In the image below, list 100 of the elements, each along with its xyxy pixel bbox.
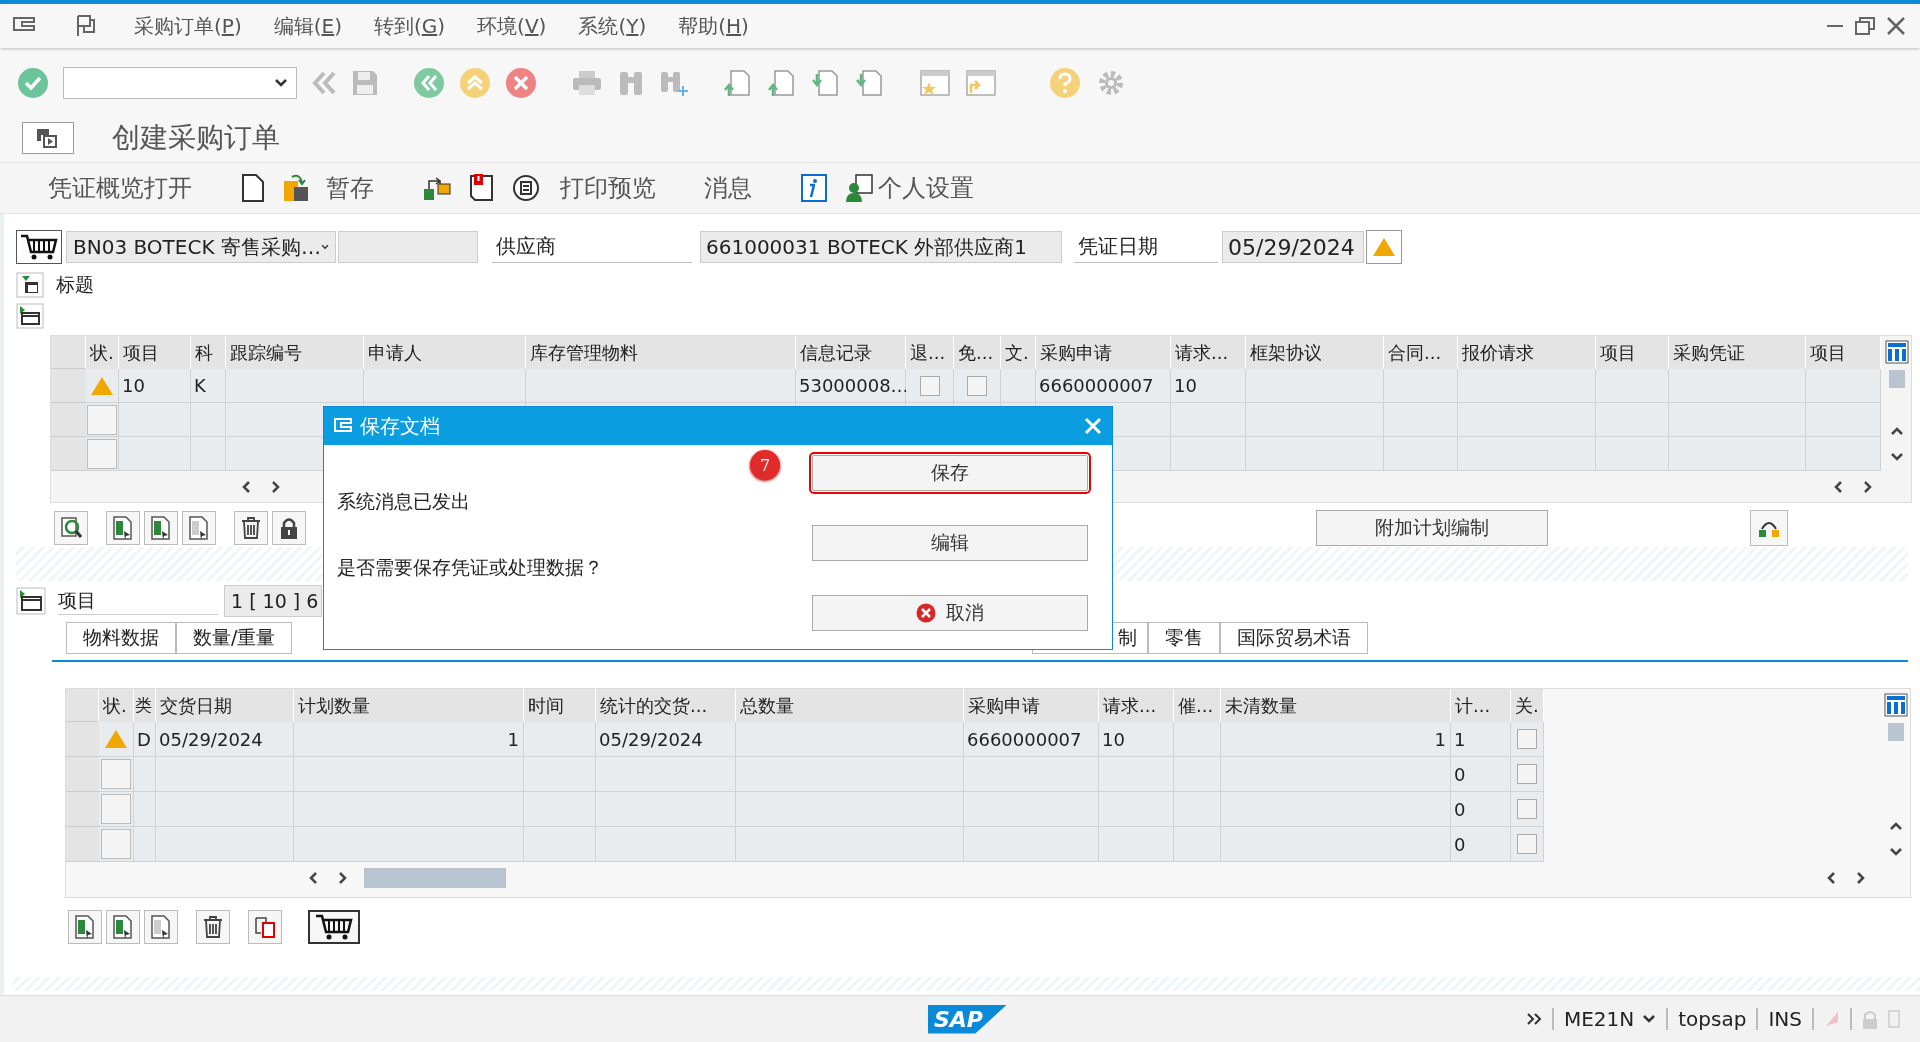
additional-planning-button[interactable]: 附加计划编制 (1316, 510, 1548, 546)
tab[interactable]: 零售 (1148, 622, 1221, 654)
print-preview-icon[interactable] (512, 174, 540, 202)
date-field[interactable]: 05/29/2024 (1222, 231, 1364, 263)
collapse-icon[interactable] (16, 272, 44, 298)
menu-item[interactable]: 编辑(E) (273, 12, 342, 40)
column-header[interactable]: 项目 (1596, 336, 1669, 369)
column-header[interactable]: 计... (1451, 689, 1511, 722)
chevron-left-icon[interactable] (1833, 479, 1845, 494)
cancel-button[interactable]: 取消 (812, 595, 1088, 631)
page-icon[interactable] (767, 68, 797, 98)
column-header[interactable]: 交货日期 (156, 689, 294, 722)
page-icon[interactable] (855, 68, 885, 98)
column-header[interactable]: 退... (906, 336, 954, 369)
column-header[interactable]: 时间 (524, 689, 596, 722)
scroll-handle[interactable] (1889, 370, 1905, 388)
tab[interactable]: 物料数据 (66, 622, 176, 654)
column-header[interactable]: 免... (954, 336, 1001, 369)
column-header[interactable]: 状. (86, 336, 119, 369)
chevron-left-icon[interactable] (241, 479, 253, 494)
column-header[interactable]: 库存管理物料 (526, 336, 796, 369)
column-header[interactable]: 统计的交货... (596, 689, 736, 722)
hierarchy-icon[interactable] (422, 174, 452, 202)
document-type-dropdown[interactable]: BN03 BOTECK 寄售采购… (66, 231, 336, 263)
details-button[interactable] (54, 511, 88, 545)
checkbox[interactable] (1517, 834, 1537, 854)
insert-row-button[interactable] (106, 910, 140, 944)
pin-icon[interactable] (74, 14, 98, 38)
transaction-menu-button[interactable] (22, 122, 74, 154)
input-field[interactable] (338, 231, 478, 263)
user-settings-icon[interactable] (844, 173, 874, 203)
copy-row-button[interactable] (144, 910, 178, 944)
scroll-thumb[interactable] (364, 868, 506, 888)
transaction-dropdown[interactable]: ME21N (1563, 1007, 1657, 1031)
column-header[interactable]: 请求... (1171, 336, 1246, 369)
menu-item[interactable]: 环境(V) (477, 12, 547, 40)
delete-button[interactable] (234, 511, 268, 545)
column-header[interactable]: 采购申请 (964, 689, 1099, 722)
column-header[interactable]: 科 (191, 336, 226, 369)
copy-button[interactable] (248, 910, 282, 944)
dialog-button[interactable]: 编辑 (812, 525, 1088, 561)
column-header[interactable]: 申请人 (364, 336, 526, 369)
chevron-right-icon[interactable] (336, 871, 348, 885)
dialog-button[interactable]: 保存 (812, 455, 1088, 491)
command-field[interactable] (63, 67, 297, 99)
column-header[interactable]: 项目 (119, 336, 191, 369)
add-row-button[interactable] (68, 910, 102, 944)
column-header[interactable]: 催... (1174, 689, 1221, 722)
insert-row-button[interactable] (144, 511, 178, 545)
toolbar-button[interactable]: 打印预览 (560, 172, 656, 204)
page-icon[interactable] (811, 68, 841, 98)
column-header[interactable]: 请求... (1099, 689, 1174, 722)
checkbox[interactable] (919, 375, 940, 396)
page-icon[interactable] (723, 68, 753, 98)
tab[interactable]: 数量/重量 (176, 622, 293, 654)
column-header[interactable]: 采购申请 (1036, 336, 1171, 369)
checkbox[interactable] (967, 375, 987, 396)
document-type-button[interactable] (16, 230, 62, 264)
item-dropdown[interactable]: 1 [ 10 ] 6 (224, 585, 322, 617)
cart-button[interactable] (308, 910, 360, 944)
select-all-handle[interactable] (51, 336, 86, 369)
switch-button[interactable] (1750, 510, 1788, 546)
checkbox[interactable] (1517, 799, 1537, 819)
checkbox[interactable] (1517, 764, 1537, 784)
chevron-down-icon[interactable] (1890, 452, 1904, 462)
table-settings-icon[interactable] (1885, 340, 1909, 364)
chevron-left-icon[interactable] (308, 871, 320, 885)
copy-row-button[interactable] (182, 511, 216, 545)
chevron-left-icon[interactable] (1826, 871, 1838, 885)
chevron-right-icon[interactable] (1861, 479, 1873, 494)
column-header[interactable]: 文. (1001, 336, 1036, 369)
toolbar-button[interactable]: 个人设置 (878, 172, 974, 204)
restore-icon[interactable] (1854, 16, 1876, 36)
close-icon[interactable] (1886, 16, 1906, 36)
minimize-icon[interactable] (1826, 24, 1844, 28)
menu-item[interactable]: 帮助(H) (678, 12, 749, 40)
menu-item[interactable]: 采购订单(P) (134, 12, 242, 40)
add-row-button[interactable] (106, 511, 140, 545)
alert-document-icon[interactable] (468, 173, 496, 203)
column-header[interactable]: 信息记录 (796, 336, 906, 369)
column-header[interactable]: 框架协议 (1246, 336, 1384, 369)
column-header[interactable]: 未清数量 (1221, 689, 1451, 722)
warning-button[interactable] (1366, 230, 1402, 264)
new-document-icon[interactable] (240, 173, 266, 203)
toolbar-button[interactable]: 暂存 (326, 172, 374, 204)
delete-button[interactable] (196, 910, 230, 944)
column-header[interactable]: 跟踪编号 (226, 336, 364, 369)
chevron-right-icon[interactable] (1854, 871, 1866, 885)
toolbar-button[interactable]: 消息 (704, 172, 752, 204)
lock-button[interactable] (272, 511, 306, 545)
table-settings-icon[interactable] (1884, 693, 1908, 717)
scroll-handle[interactable] (1888, 723, 1904, 741)
info-icon[interactable] (800, 173, 828, 203)
select-all-handle[interactable] (66, 689, 99, 722)
chevron-up-icon[interactable] (1890, 426, 1904, 436)
chevron-down-icon[interactable] (1889, 847, 1903, 857)
checkbox[interactable] (1517, 729, 1537, 749)
column-header[interactable]: 报价请求 (1458, 336, 1596, 369)
double-chevron-right-icon[interactable] (1525, 1012, 1542, 1026)
vendor-field[interactable]: 661000031 BOTECK 外部供应商1 (700, 231, 1062, 263)
